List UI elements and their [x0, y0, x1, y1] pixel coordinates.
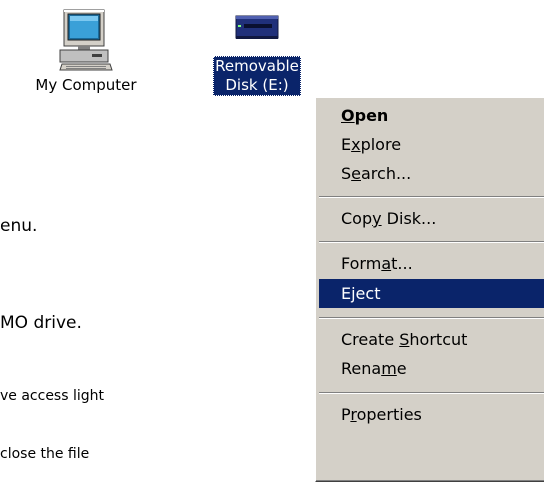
desktop-icon-removable-disk[interactable]: Removable Disk (E:)	[196, 12, 318, 96]
menu-item-format[interactable]: Format...	[319, 249, 544, 278]
doc-text-line-3: ve access light	[0, 388, 105, 404]
menu-separator	[319, 196, 544, 198]
my-computer-icon	[59, 9, 113, 71]
menu-separator	[319, 392, 544, 394]
menu-item-eject[interactable]: Eject	[319, 279, 544, 308]
menu-item-rename[interactable]: Rename	[319, 354, 544, 383]
removable-disk-icon	[235, 15, 279, 39]
removable-disk-label-line1: Removable	[215, 57, 299, 75]
menu-item-open[interactable]: Open	[319, 101, 544, 130]
my-computer-label: My Computer	[35, 76, 137, 94]
removable-disk-label-line2: Disk (E:)	[225, 76, 289, 94]
menu-item-copy-disk[interactable]: Copy Disk...	[319, 204, 544, 233]
doc-text-line-4: close the file	[0, 446, 90, 462]
menu-separator	[319, 317, 544, 319]
doc-text-line-2: MO drive.	[0, 313, 82, 333]
removable-disk-label: Removable Disk (E:)	[213, 56, 301, 96]
menu-item-create-shortcut[interactable]: Create Shortcut	[319, 325, 544, 354]
menu-separator	[319, 241, 544, 243]
desktop-icon-my-computer[interactable]: My Computer	[26, 8, 146, 94]
menu-item-search[interactable]: Search...	[319, 159, 544, 188]
menu-item-properties[interactable]: Properties	[319, 400, 544, 429]
context-menu: Open Explore Search... Copy Disk... Form…	[315, 97, 544, 482]
doc-text-line-1: enu.	[0, 216, 38, 236]
menu-item-explore[interactable]: Explore	[319, 130, 544, 159]
